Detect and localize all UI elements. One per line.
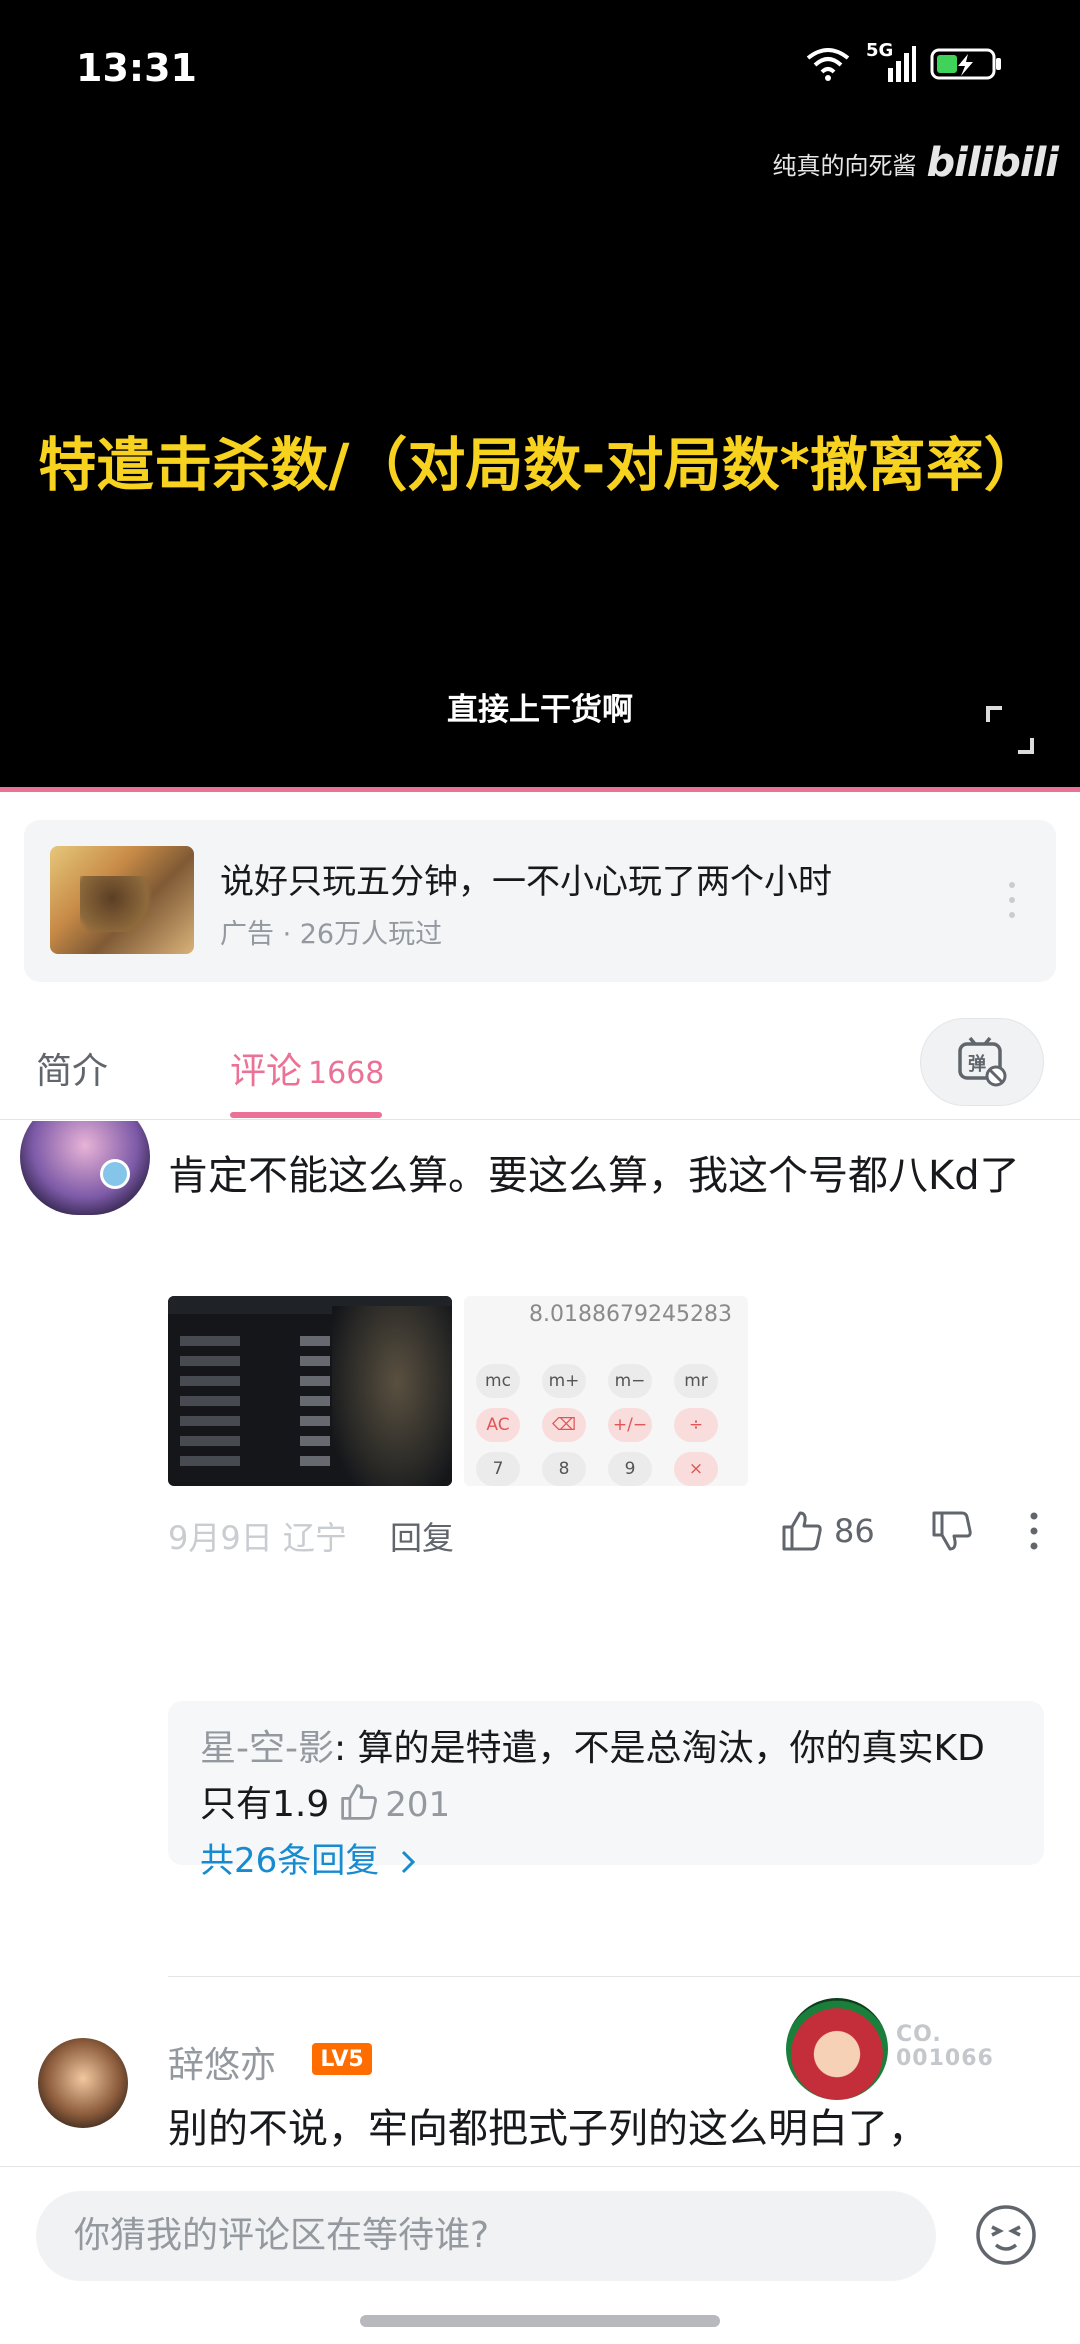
view-all-replies-label: 共26条回复 [200,1841,380,1881]
sub-reply-user[interactable]: 星-空-影 [200,1728,334,1769]
reply-button[interactable]: 回复 [390,1513,454,1559]
comment-input[interactable]: 你猜我的评论区在等待谁? [36,2191,936,2281]
calc-key: mc [476,1364,520,1398]
sub-reply-box[interactable]: 星-空-影: 算的是特遣，不是总淘汰，你的真实KD只有1.9 201 共26条回… [168,1701,1044,1881]
calc-key: m− [608,1364,652,1398]
calc-key: m+ [542,1364,586,1398]
ad-card[interactable]: 说好只玩五分钟，一不小心玩了两个小时 广告 · 26万人玩过 [24,820,1056,982]
verified-badge-icon [100,1159,130,1189]
more-vertical-icon[interactable] [1008,880,1016,920]
calc-key: mr [674,1364,718,1398]
ad-subtitle: 广告 · 26万人玩过 [220,919,443,950]
video-player[interactable]: 13:31 5G 纯真的向死酱 bilibili 特遣击杀数/（对局数-对局数*… [0,0,1080,790]
comment-username[interactable]: 辞悠亦 [168,2036,276,2088]
comment-image-calculator[interactable]: 8.0188679245283 mc m+ m− mr AC ⌫ +/− ÷ 7… [464,1296,748,1486]
tab-intro[interactable]: 简介 [36,1042,108,1094]
thumbs-down-icon[interactable] [930,1509,974,1553]
comment-date-location: 9月9日 辽宁 [168,1519,347,1557]
sub-reply-like-count: 201 [385,1785,451,1825]
video-progress-bar[interactable] [0,787,1080,792]
thumbs-up-icon [341,1784,378,1820]
sub-reply: 星-空-影: 算的是特遣，不是总淘汰，你的真实KD只有1.9 201 [200,1721,1020,1833]
emoji-icon[interactable] [974,2203,1038,2267]
home-indicator[interactable] [360,2315,720,2327]
battery-charging-icon [930,48,1001,80]
like-button[interactable]: 86 [780,1509,875,1553]
calc-key: AC [476,1408,520,1442]
danmaku-toggle-button[interactable]: 弹 [920,1018,1044,1106]
wifi-icon [806,48,850,81]
comment-input-bar: 你猜我的评论区在等待谁? [0,2166,1080,2344]
active-tab-indicator [230,1112,382,1118]
fan-badge-avatar [786,1998,888,2100]
avatar[interactable] [38,2038,128,2128]
ad-title: 说好只玩五分钟，一不小心玩了两个小时 [220,862,832,902]
calc-key: ⌫ [542,1408,586,1442]
status-time: 13:31 [76,46,197,90]
comment-divider [168,1976,1080,1977]
comments-count: 1668 [308,1056,385,1091]
svg-text:弹: 弹 [968,1053,986,1075]
calc-key: ÷ [674,1408,718,1442]
signal-icon: 5G [866,40,916,84]
calc-key: 8 [542,1452,586,1486]
bilibili-logo: bilibili [926,140,1059,186]
calculator-keys: mc m+ m− mr AC ⌫ +/− ÷ 7 8 9 × [476,1364,718,1486]
bilibili-watermark: 纯真的向死酱 bilibili [772,140,1059,186]
video-formula-caption: 特遣击杀数/（对局数-对局数*撤离率） [38,431,1042,499]
calc-key: 9 [608,1452,652,1486]
more-vertical-icon[interactable] [1030,1511,1038,1551]
calc-key: 7 [476,1452,520,1486]
danmaku-off-icon: 弹 [958,1036,1007,1087]
like-count: 86 [834,1512,875,1550]
calc-key: +/− [608,1408,652,1442]
comment-image-game-stats[interactable] [168,1296,452,1486]
tab-comments[interactable]: 评论 1668 [230,1042,384,1094]
comment-list[interactable]: 肯定不能这么算。要这么算，我这个号都八Kd了 8.0188679245283 m… [0,1121,1080,2166]
watermark-uploader: 纯真的向死酱 [772,151,917,180]
comment-text: 别的不说，牢向都把式子列的这么明白了， [168,2106,928,2152]
view-all-replies-link[interactable]: 共26条回复 [200,1833,418,1882]
tab-comments-label: 评论 [230,1051,303,1092]
calc-key: × [674,1452,718,1486]
thumbs-up-icon [782,1511,822,1551]
chevron-right-icon [402,1850,416,1874]
ad-thumbnail [50,846,194,954]
status-icons: 5G [804,40,1002,84]
level-badge: LV5 [312,2043,372,2075]
fan-number: CO. 001066 [896,2022,994,2071]
screenshot-soldier-figure [332,1306,452,1486]
screenshot-stat-rows [180,1336,330,1476]
tab-bar: 简介 评论 1668 弹 [0,1004,1080,1120]
video-subtitle: 直接上干货啊 [447,692,633,728]
avatar[interactable] [20,1121,150,1215]
calculator-result: 8.0188679245283 [529,1302,732,1327]
comment-text: 肯定不能这么算。要这么算，我这个号都八Kd了 [168,1153,1020,1199]
fullscreen-icon[interactable] [984,704,1036,756]
